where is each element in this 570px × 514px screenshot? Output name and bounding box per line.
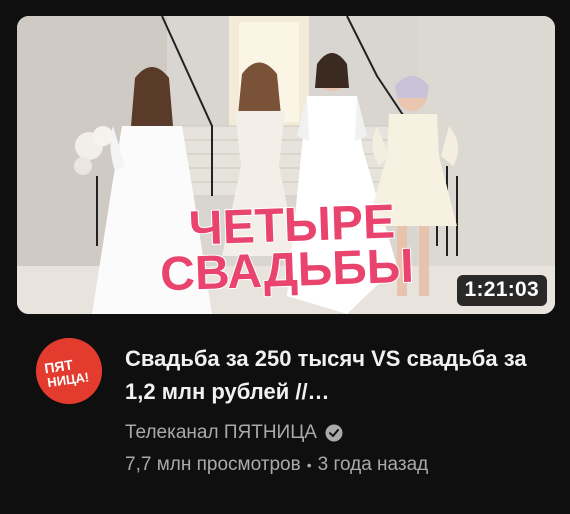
separator-dot: •	[306, 457, 312, 473]
video-meta: Свадьба за 250 тысяч VS свадьба за 1,2 м…	[125, 342, 535, 476]
channel-name-row[interactable]: Телеканал ПЯТНИЦА	[125, 422, 535, 444]
thumbnail-image: ЧЕТЫРЕ СВАДЬБЫ	[17, 16, 555, 314]
publish-date: 3 года назад	[317, 454, 429, 475]
video-title[interactable]: Свадьба за 250 тысяч VS свадьба за 1,2 м…	[125, 342, 535, 408]
thumbnail-title-line2: СВАДЬБЫ	[159, 240, 414, 302]
channel-name[interactable]: Телеканал ПЯТНИЦА	[125, 422, 317, 444]
video-stats: 7,7 млн просмотров • 3 года назад	[125, 454, 535, 476]
duration-badge: 1:21:03	[456, 275, 547, 306]
view-count: 7,7 млн просмотров	[125, 454, 301, 475]
verified-check-icon	[325, 424, 343, 442]
video-thumbnail[interactable]: ЧЕТЫРЕ СВАДЬБЫ 1:21:03	[17, 16, 555, 314]
channel-avatar[interactable]: ПЯТ НИЦА!	[36, 338, 102, 404]
